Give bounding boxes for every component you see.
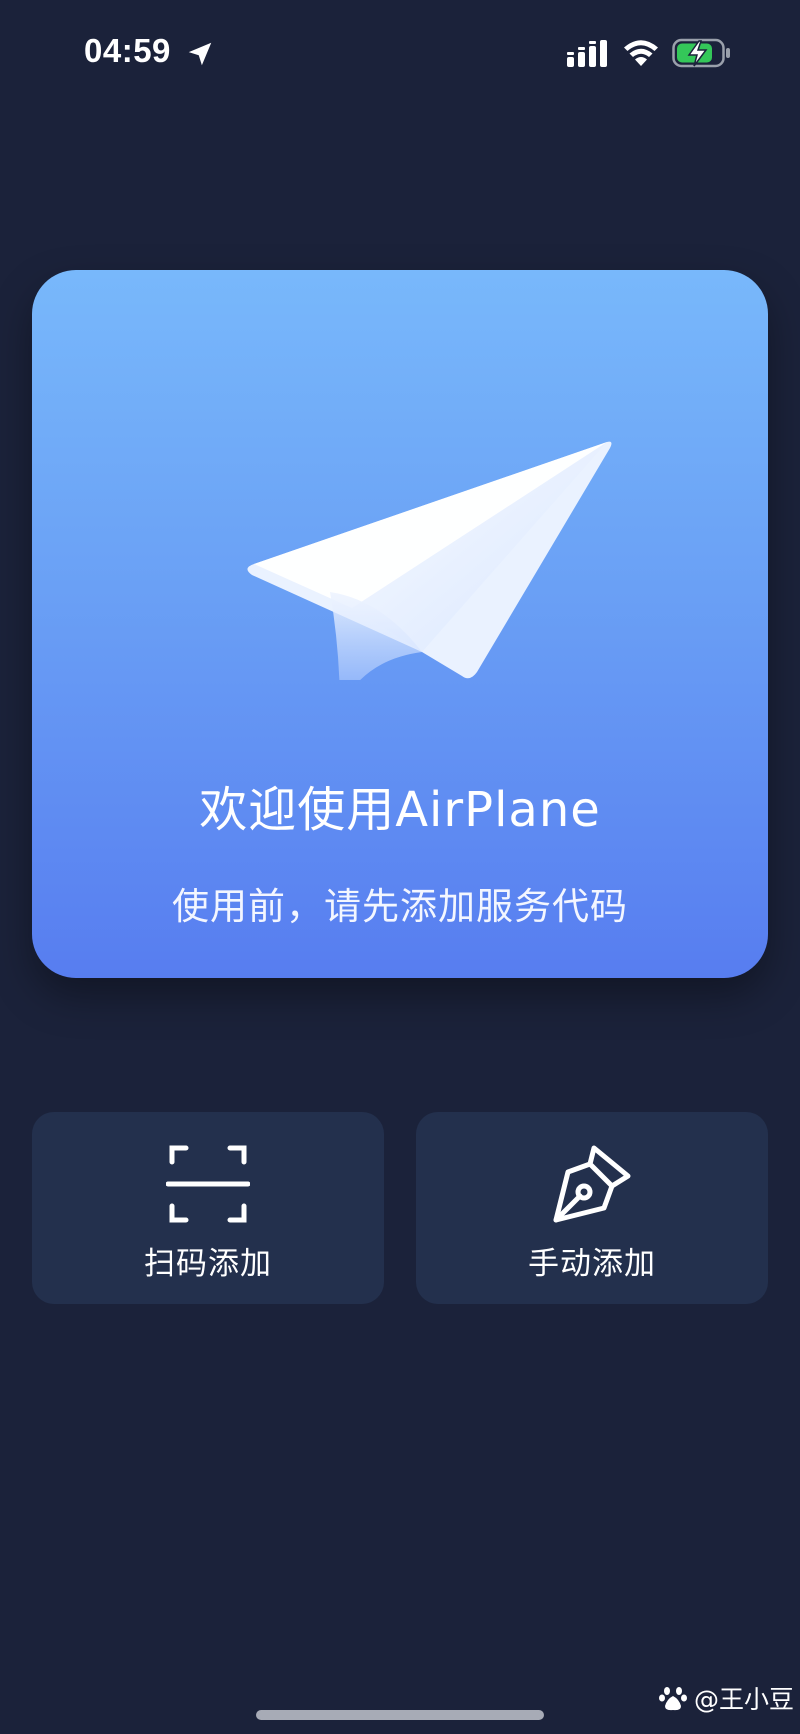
battery-charging-icon <box>672 38 730 68</box>
watermark-text: @王小豆 <box>694 1685 795 1714</box>
baidu-paw-icon <box>659 1687 687 1711</box>
cellular-signal-icon <box>567 40 607 67</box>
scan-frame-icon <box>166 1145 250 1223</box>
welcome-title: 欢迎使用AirPlane <box>199 782 601 838</box>
watermark: @王小豆 <box>658 1680 794 1716</box>
welcome-subtitle: 使用前，请先添加服务代码 <box>172 885 628 928</box>
status-time: 04:59 <box>84 32 171 69</box>
manual-add-button[interactable]: 手动添加 <box>416 1112 768 1304</box>
scan-add-label: 扫码添加 <box>144 1246 272 1282</box>
wifi-icon <box>624 40 658 66</box>
pen-nib-icon <box>553 1145 631 1223</box>
location-arrow-icon <box>188 42 212 66</box>
manual-add-label: 手动添加 <box>528 1246 656 1282</box>
scan-add-button[interactable]: 扫码添加 <box>32 1112 384 1304</box>
status-bar: 04:59 <box>0 0 800 110</box>
home-indicator[interactable] <box>256 1710 544 1720</box>
paper-plane-icon <box>247 441 612 680</box>
welcome-card: 欢迎使用AirPlane 使用前，请先添加服务代码 <box>32 270 768 978</box>
